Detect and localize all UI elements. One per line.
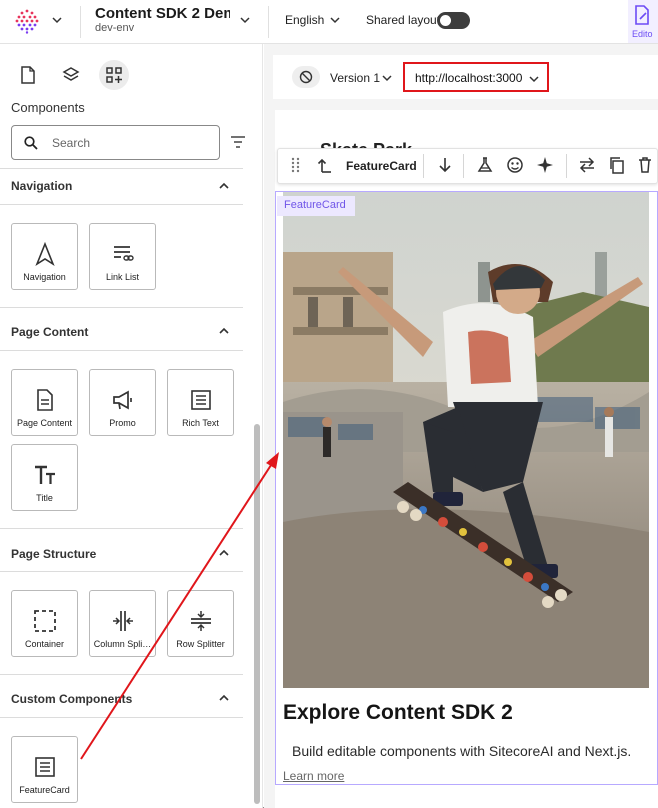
personalize-icon[interactable] bbox=[506, 156, 524, 174]
document-icon bbox=[37, 389, 53, 411]
panel-scrollbar[interactable] bbox=[254, 424, 260, 804]
featurecard-title[interactable]: Explore Content SDK 2 bbox=[283, 701, 513, 725]
language-selector[interactable]: English bbox=[285, 13, 324, 27]
search-placeholder: Search bbox=[52, 136, 91, 150]
tile-label: Link List bbox=[105, 272, 140, 282]
url-chevron-down-icon bbox=[529, 76, 539, 83]
divider bbox=[0, 168, 243, 169]
component-tile-navigation[interactable]: Navigation bbox=[11, 223, 78, 290]
tile-label: Title bbox=[36, 493, 53, 503]
tab-components[interactable] bbox=[99, 60, 129, 90]
app-logo-icon[interactable] bbox=[14, 8, 40, 34]
link-list-icon bbox=[114, 246, 134, 261]
tile-label: Rich Text bbox=[182, 418, 219, 428]
tile-label: Page Content bbox=[16, 418, 73, 428]
featurecard-tag: FeatureCard bbox=[277, 196, 355, 216]
rich-text-icon bbox=[191, 390, 211, 410]
component-tile-row-splitter[interactable]: Row Splitter bbox=[167, 590, 234, 657]
editor-tab-label: Edito bbox=[632, 29, 653, 39]
duplicate-icon[interactable] bbox=[608, 156, 626, 174]
preview-url-selector[interactable]: http://localhost:3000 bbox=[403, 62, 549, 92]
divider bbox=[0, 674, 243, 675]
version-chevron-down-icon[interactable] bbox=[382, 73, 392, 83]
version-selector[interactable]: Version 1 bbox=[330, 71, 380, 85]
tile-label: Navigation bbox=[23, 272, 66, 282]
shared-layout-label: Shared layout bbox=[366, 13, 441, 27]
collapse-chevron-up-icon[interactable] bbox=[218, 325, 230, 337]
search-icon bbox=[24, 136, 38, 150]
tile-label: Column Spli… bbox=[93, 639, 152, 649]
selected-component-name: FeatureCard bbox=[346, 159, 417, 173]
components-heading: Components bbox=[11, 100, 85, 115]
divider bbox=[268, 6, 269, 38]
collapse-chevron-up-icon[interactable] bbox=[218, 547, 230, 559]
disabled-state-button[interactable] bbox=[292, 66, 320, 88]
site-title[interactable]: Content SDK 2 Demo bbox=[95, 5, 230, 22]
featurecard-body[interactable]: Build editable components with SitecoreA… bbox=[292, 743, 631, 759]
ai-sparkle-icon[interactable] bbox=[536, 156, 554, 174]
component-tile-container[interactable]: Container bbox=[11, 590, 78, 657]
collapse-chevron-up-icon[interactable] bbox=[218, 180, 230, 192]
select-parent-icon[interactable] bbox=[317, 156, 335, 174]
component-tile-featurecard[interactable]: FeatureCard bbox=[11, 736, 78, 803]
tile-label: FeatureCard bbox=[19, 785, 70, 795]
divider bbox=[423, 154, 424, 178]
divider bbox=[0, 571, 243, 572]
language-chevron-down-icon[interactable] bbox=[330, 15, 340, 25]
section-title-page-structure[interactable]: Page Structure bbox=[11, 547, 96, 561]
divider bbox=[80, 6, 81, 38]
collapse-chevron-up-icon[interactable] bbox=[218, 692, 230, 704]
tab-pages[interactable] bbox=[13, 60, 43, 90]
column-splitter-icon bbox=[113, 611, 133, 631]
divider bbox=[0, 528, 243, 529]
megaphone-icon bbox=[113, 390, 132, 410]
tab-layers[interactable] bbox=[56, 60, 86, 90]
row-splitter-icon bbox=[191, 611, 211, 631]
app-switcher-chevron-down-icon[interactable] bbox=[52, 15, 62, 25]
rich-text-icon bbox=[35, 757, 55, 777]
divider bbox=[0, 307, 243, 308]
edit-page-icon bbox=[635, 5, 649, 25]
site-chevron-down-icon[interactable] bbox=[240, 15, 250, 25]
shared-layout-toggle[interactable] bbox=[437, 12, 470, 29]
divider bbox=[0, 717, 243, 718]
drag-handle-icon[interactable] bbox=[287, 156, 305, 174]
title-text-icon bbox=[35, 465, 55, 484]
tile-label: Promo bbox=[109, 418, 136, 428]
tile-label: Row Splitter bbox=[176, 639, 225, 649]
container-icon bbox=[34, 610, 56, 632]
flask-icon[interactable] bbox=[476, 156, 494, 174]
swap-arrows-icon[interactable] bbox=[578, 156, 596, 174]
component-search-input[interactable]: Search bbox=[11, 125, 220, 160]
page-icon bbox=[21, 66, 35, 84]
layers-icon bbox=[62, 67, 80, 81]
component-tile-page-content[interactable]: Page Content bbox=[11, 369, 78, 436]
site-environment: dev-env bbox=[95, 22, 135, 34]
divider bbox=[0, 204, 243, 205]
section-title-navigation[interactable]: Navigation bbox=[11, 179, 72, 193]
component-tile-link-list[interactable]: Link List bbox=[89, 223, 156, 290]
delete-icon[interactable] bbox=[638, 156, 652, 174]
component-tile-rich-text[interactable]: Rich Text bbox=[167, 369, 234, 436]
component-tile-column-splitter[interactable]: Column Spli… bbox=[89, 590, 156, 657]
move-down-arrow-icon[interactable] bbox=[436, 156, 454, 174]
filter-icon[interactable] bbox=[229, 133, 247, 151]
divider bbox=[463, 154, 464, 178]
featurecard-image[interactable] bbox=[283, 192, 649, 688]
tile-label: Container bbox=[24, 639, 65, 649]
featurecard-link[interactable]: Learn more bbox=[283, 769, 344, 783]
preview-url: http://localhost:3000 bbox=[415, 71, 523, 85]
divider bbox=[566, 154, 567, 178]
prohibited-icon bbox=[299, 70, 313, 84]
component-tile-title[interactable]: Title bbox=[11, 444, 78, 511]
section-title-page-content[interactable]: Page Content bbox=[11, 325, 88, 339]
navigation-arrow-icon bbox=[35, 242, 55, 266]
skateboarder-photo bbox=[283, 192, 649, 688]
component-tile-promo[interactable]: Promo bbox=[89, 369, 156, 436]
divider bbox=[0, 350, 243, 351]
top-bar: Content SDK 2 Demo dev-env English Share… bbox=[0, 0, 658, 44]
section-title-custom-components[interactable]: Custom Components bbox=[11, 692, 132, 706]
components-grid-icon bbox=[106, 67, 122, 83]
